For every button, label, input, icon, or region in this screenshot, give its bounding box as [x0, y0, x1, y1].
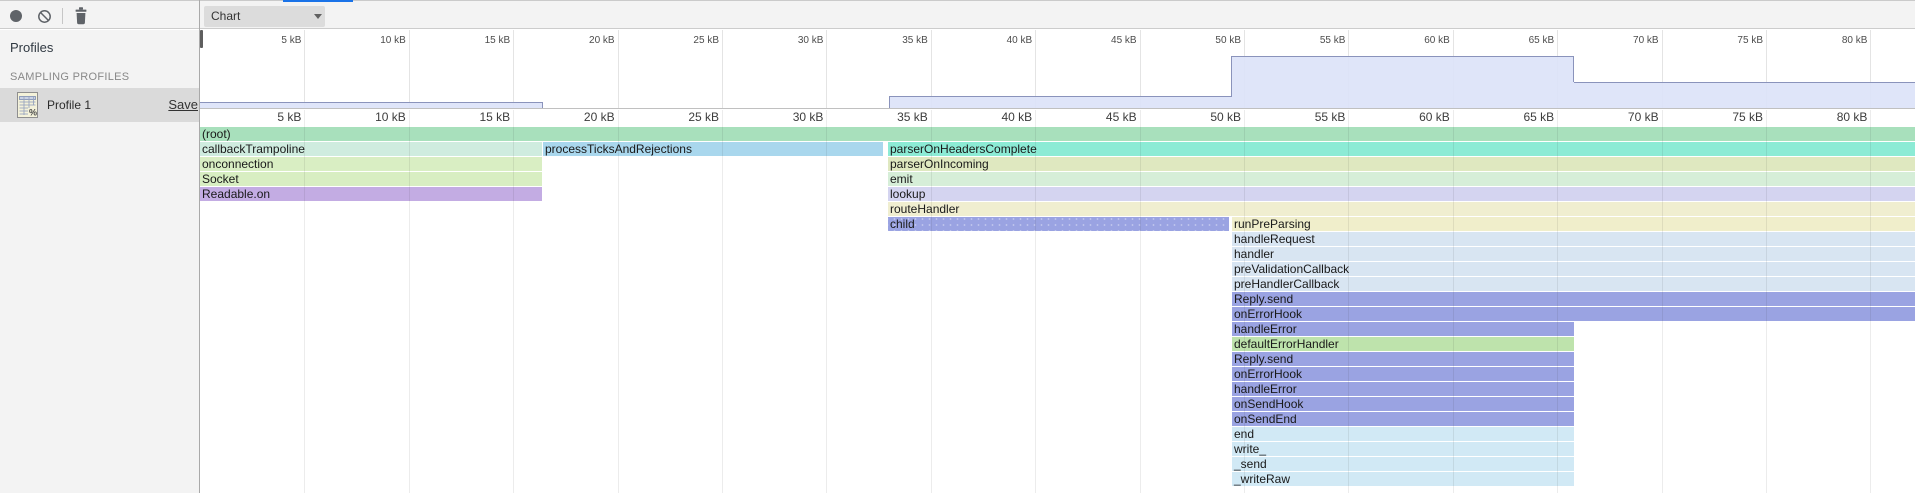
svg-text:%: %	[29, 108, 37, 118]
